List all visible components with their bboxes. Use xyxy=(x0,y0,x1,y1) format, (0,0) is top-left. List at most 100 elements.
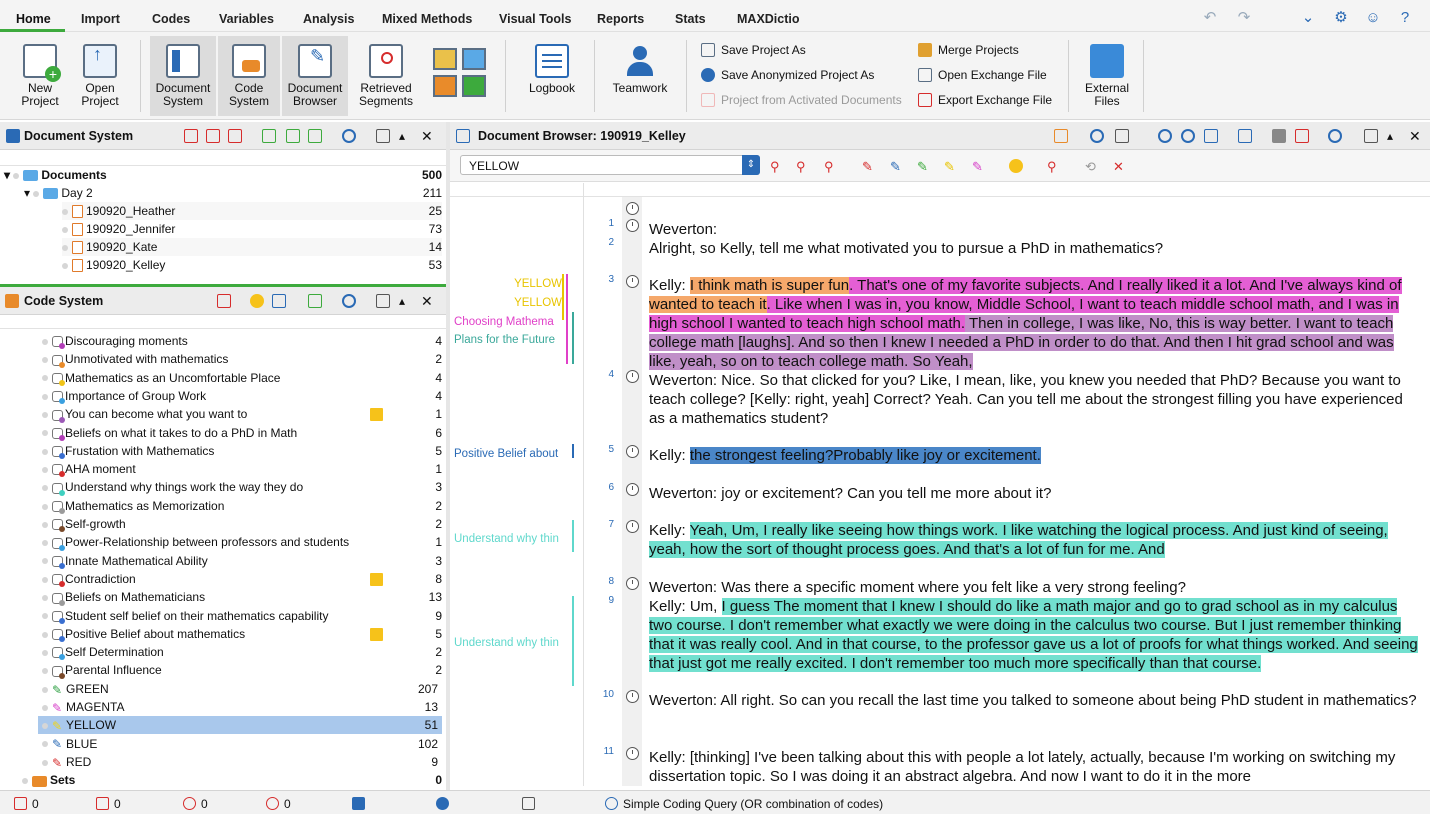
edit-mode-icon[interactable] xyxy=(1238,129,1252,143)
external-files-button[interactable]: External Files xyxy=(1076,36,1138,116)
code-row[interactable]: Beliefs on what it takes to do a PhD in … xyxy=(42,424,442,442)
audio-icon[interactable] xyxy=(1054,129,1068,143)
document-system-button[interactable]: Document System xyxy=(150,36,216,116)
code-row[interactable]: Mathematics as an Uncomfortable Place 4 xyxy=(42,369,442,387)
document-row[interactable]: 190920_Kate 14 xyxy=(62,238,442,256)
code-row[interactable]: Positive Belief about mathematics 5 xyxy=(42,625,442,643)
zoom-fit-icon[interactable] xyxy=(1204,129,1218,143)
close-icon[interactable]: ✕ xyxy=(421,294,435,308)
color-code-row[interactable]: ✎ YELLOW 51 xyxy=(38,716,442,735)
collapse-icon[interactable]: ▴ xyxy=(399,294,413,308)
collapse-icon[interactable]: ▴ xyxy=(1387,129,1401,143)
coding-stripe[interactable] xyxy=(566,274,568,364)
document-row[interactable]: 190920_Jennifer 73 xyxy=(62,220,442,238)
sets-row[interactable]: Sets 0 xyxy=(22,771,442,789)
code-row[interactable]: Self-growth 2 xyxy=(42,515,442,533)
zoom-out-icon[interactable] xyxy=(1181,129,1195,143)
save-anonymized-button[interactable]: Save Anonymized Project As xyxy=(701,67,874,83)
activate-icon[interactable] xyxy=(184,129,198,143)
paragraph-text[interactable]: Kelly: the strongest feeling?Probably li… xyxy=(649,446,1421,465)
logbook-button[interactable]: Logbook xyxy=(522,36,582,116)
paragraph-text[interactable]: Kelly: Um, I guess The moment that I kne… xyxy=(649,597,1421,673)
code-row[interactable]: Importance of Group Work 4 xyxy=(42,387,442,405)
search-icon[interactable] xyxy=(342,294,356,308)
color-code-row[interactable]: ✎ RED 9 xyxy=(38,753,442,771)
code-row[interactable]: Parental Influence 2 xyxy=(42,661,442,679)
emoticode-icon[interactable] xyxy=(1009,159,1023,173)
coding-stripe-label[interactable]: Understand why thin xyxy=(454,637,562,649)
coding-stripe[interactable] xyxy=(572,312,574,364)
highlighter-green-icon[interactable]: ✎ xyxy=(917,159,931,174)
open-exchange-button[interactable]: Open Exchange File xyxy=(918,67,1047,83)
document-row[interactable]: 190920_Heather 25 xyxy=(62,202,442,220)
coding-stripe-label[interactable]: YELLOW xyxy=(454,297,562,309)
tree-group-day-2[interactable]: ▾ Day 2 211 xyxy=(24,184,442,202)
save-project-as-button[interactable]: Save Project As xyxy=(701,42,806,58)
teamwork-button[interactable]: Teamwork xyxy=(606,36,674,116)
code-row[interactable]: AHA moment 1 xyxy=(42,460,442,478)
coding-stripe-label[interactable]: Positive Belief about xyxy=(454,448,562,460)
code-row[interactable]: Beliefs on Mathematicians 13 xyxy=(42,588,442,606)
undock-icon[interactable] xyxy=(1364,129,1378,143)
coding-stripe-label[interactable]: Plans for the Future xyxy=(454,334,562,346)
document-browser-button[interactable]: ✎ Document Browser xyxy=(282,36,348,116)
smiley-icon[interactable]: ☺ xyxy=(1365,10,1381,26)
document-filter-bar[interactable] xyxy=(0,152,446,166)
export-icon[interactable] xyxy=(1295,129,1309,143)
chevron-down-icon[interactable]: ⌄ xyxy=(1300,10,1316,26)
highlighter-blue-icon[interactable]: ✎ xyxy=(890,159,904,174)
clock-icon[interactable] xyxy=(626,747,639,760)
tab-reports[interactable]: Reports xyxy=(597,12,644,26)
code-row[interactable]: Understand why things work the way they … xyxy=(42,478,442,496)
coding-stripe-label[interactable]: Choosing Mathema xyxy=(454,316,562,328)
code-row[interactable]: Self Determination 2 xyxy=(42,643,442,661)
reset-codes-icon[interactable] xyxy=(217,294,231,308)
tree-root-documents[interactable]: ▾ Documents 500 xyxy=(4,166,442,184)
chevron-down-icon[interactable]: ⇕ xyxy=(742,155,760,175)
collapse-icon[interactable]: ▴ xyxy=(399,129,413,143)
color-code-row[interactable]: ✎ BLUE 102 xyxy=(38,735,442,753)
coding-stripe[interactable] xyxy=(572,520,574,552)
redo-icon[interactable]: ↷ xyxy=(1236,10,1252,26)
coded-count[interactable]: 0 xyxy=(183,797,208,811)
print-icon[interactable] xyxy=(1272,129,1286,143)
undock-icon[interactable] xyxy=(376,129,390,143)
highlighter-yellow-icon[interactable]: ✎ xyxy=(944,159,958,174)
clock-icon[interactable] xyxy=(626,202,639,215)
clock-icon[interactable] xyxy=(626,483,639,496)
paragraph-text[interactable]: Weverton: Nice. So that clicked for you?… xyxy=(649,371,1421,428)
new-code-icon[interactable] xyxy=(308,294,322,308)
new-folder-icon[interactable] xyxy=(308,129,322,143)
code-select-dropdown[interactable]: YELLOW ⇕ xyxy=(460,155,760,175)
coding-stripe[interactable] xyxy=(572,596,574,686)
refresh-icon[interactable] xyxy=(1090,129,1104,143)
settings-icon[interactable] xyxy=(1115,129,1129,143)
document-row[interactable]: 190920_Kelley 53 xyxy=(62,256,442,274)
code-with-new-icon[interactable]: ⚲ xyxy=(796,159,810,174)
layout-grid-icon[interactable] xyxy=(433,48,487,98)
coding-stripe[interactable] xyxy=(562,292,564,302)
paragraph-text[interactable]: Weverton: Was there a specific moment wh… xyxy=(649,578,1421,597)
tab-visual-tools[interactable]: Visual Tools xyxy=(499,12,571,26)
tab-import[interactable]: Import xyxy=(81,12,120,26)
merge-projects-button[interactable]: Merge Projects xyxy=(918,42,1019,58)
tab-variables[interactable]: Variables xyxy=(219,12,274,26)
retrieved-segments-button[interactable]: Retrieved Segments xyxy=(354,36,418,116)
undock-icon[interactable] xyxy=(376,294,390,308)
coding-stripe[interactable] xyxy=(572,444,574,458)
code-row[interactable]: Mathematics as Memorization 2 xyxy=(42,497,442,515)
code-row[interactable]: Frustation with Mathematics 5 xyxy=(42,442,442,460)
remove-coding-icon[interactable]: ✕ xyxy=(1113,159,1127,174)
tab-mixed-methods[interactable]: Mixed Methods xyxy=(382,12,472,26)
clock-icon[interactable] xyxy=(626,219,639,232)
paragraph-text[interactable]: Weverton: joy or excitement? Can you tel… xyxy=(649,484,1421,503)
code-with-selected-icon[interactable]: ⚲ xyxy=(770,159,784,174)
zoom-in-icon[interactable] xyxy=(1158,129,1172,143)
clock-icon[interactable] xyxy=(626,275,639,288)
clock-icon[interactable] xyxy=(626,445,639,458)
close-icon[interactable]: ✕ xyxy=(421,129,435,143)
emoticode-icon[interactable] xyxy=(250,294,264,308)
tab-codes[interactable]: Codes xyxy=(152,12,190,26)
paragraph-text[interactable]: Kelly: Yeah, Um, I really like seeing ho… xyxy=(649,521,1421,559)
undo-coding-icon[interactable]: ⟲ xyxy=(1085,159,1099,174)
